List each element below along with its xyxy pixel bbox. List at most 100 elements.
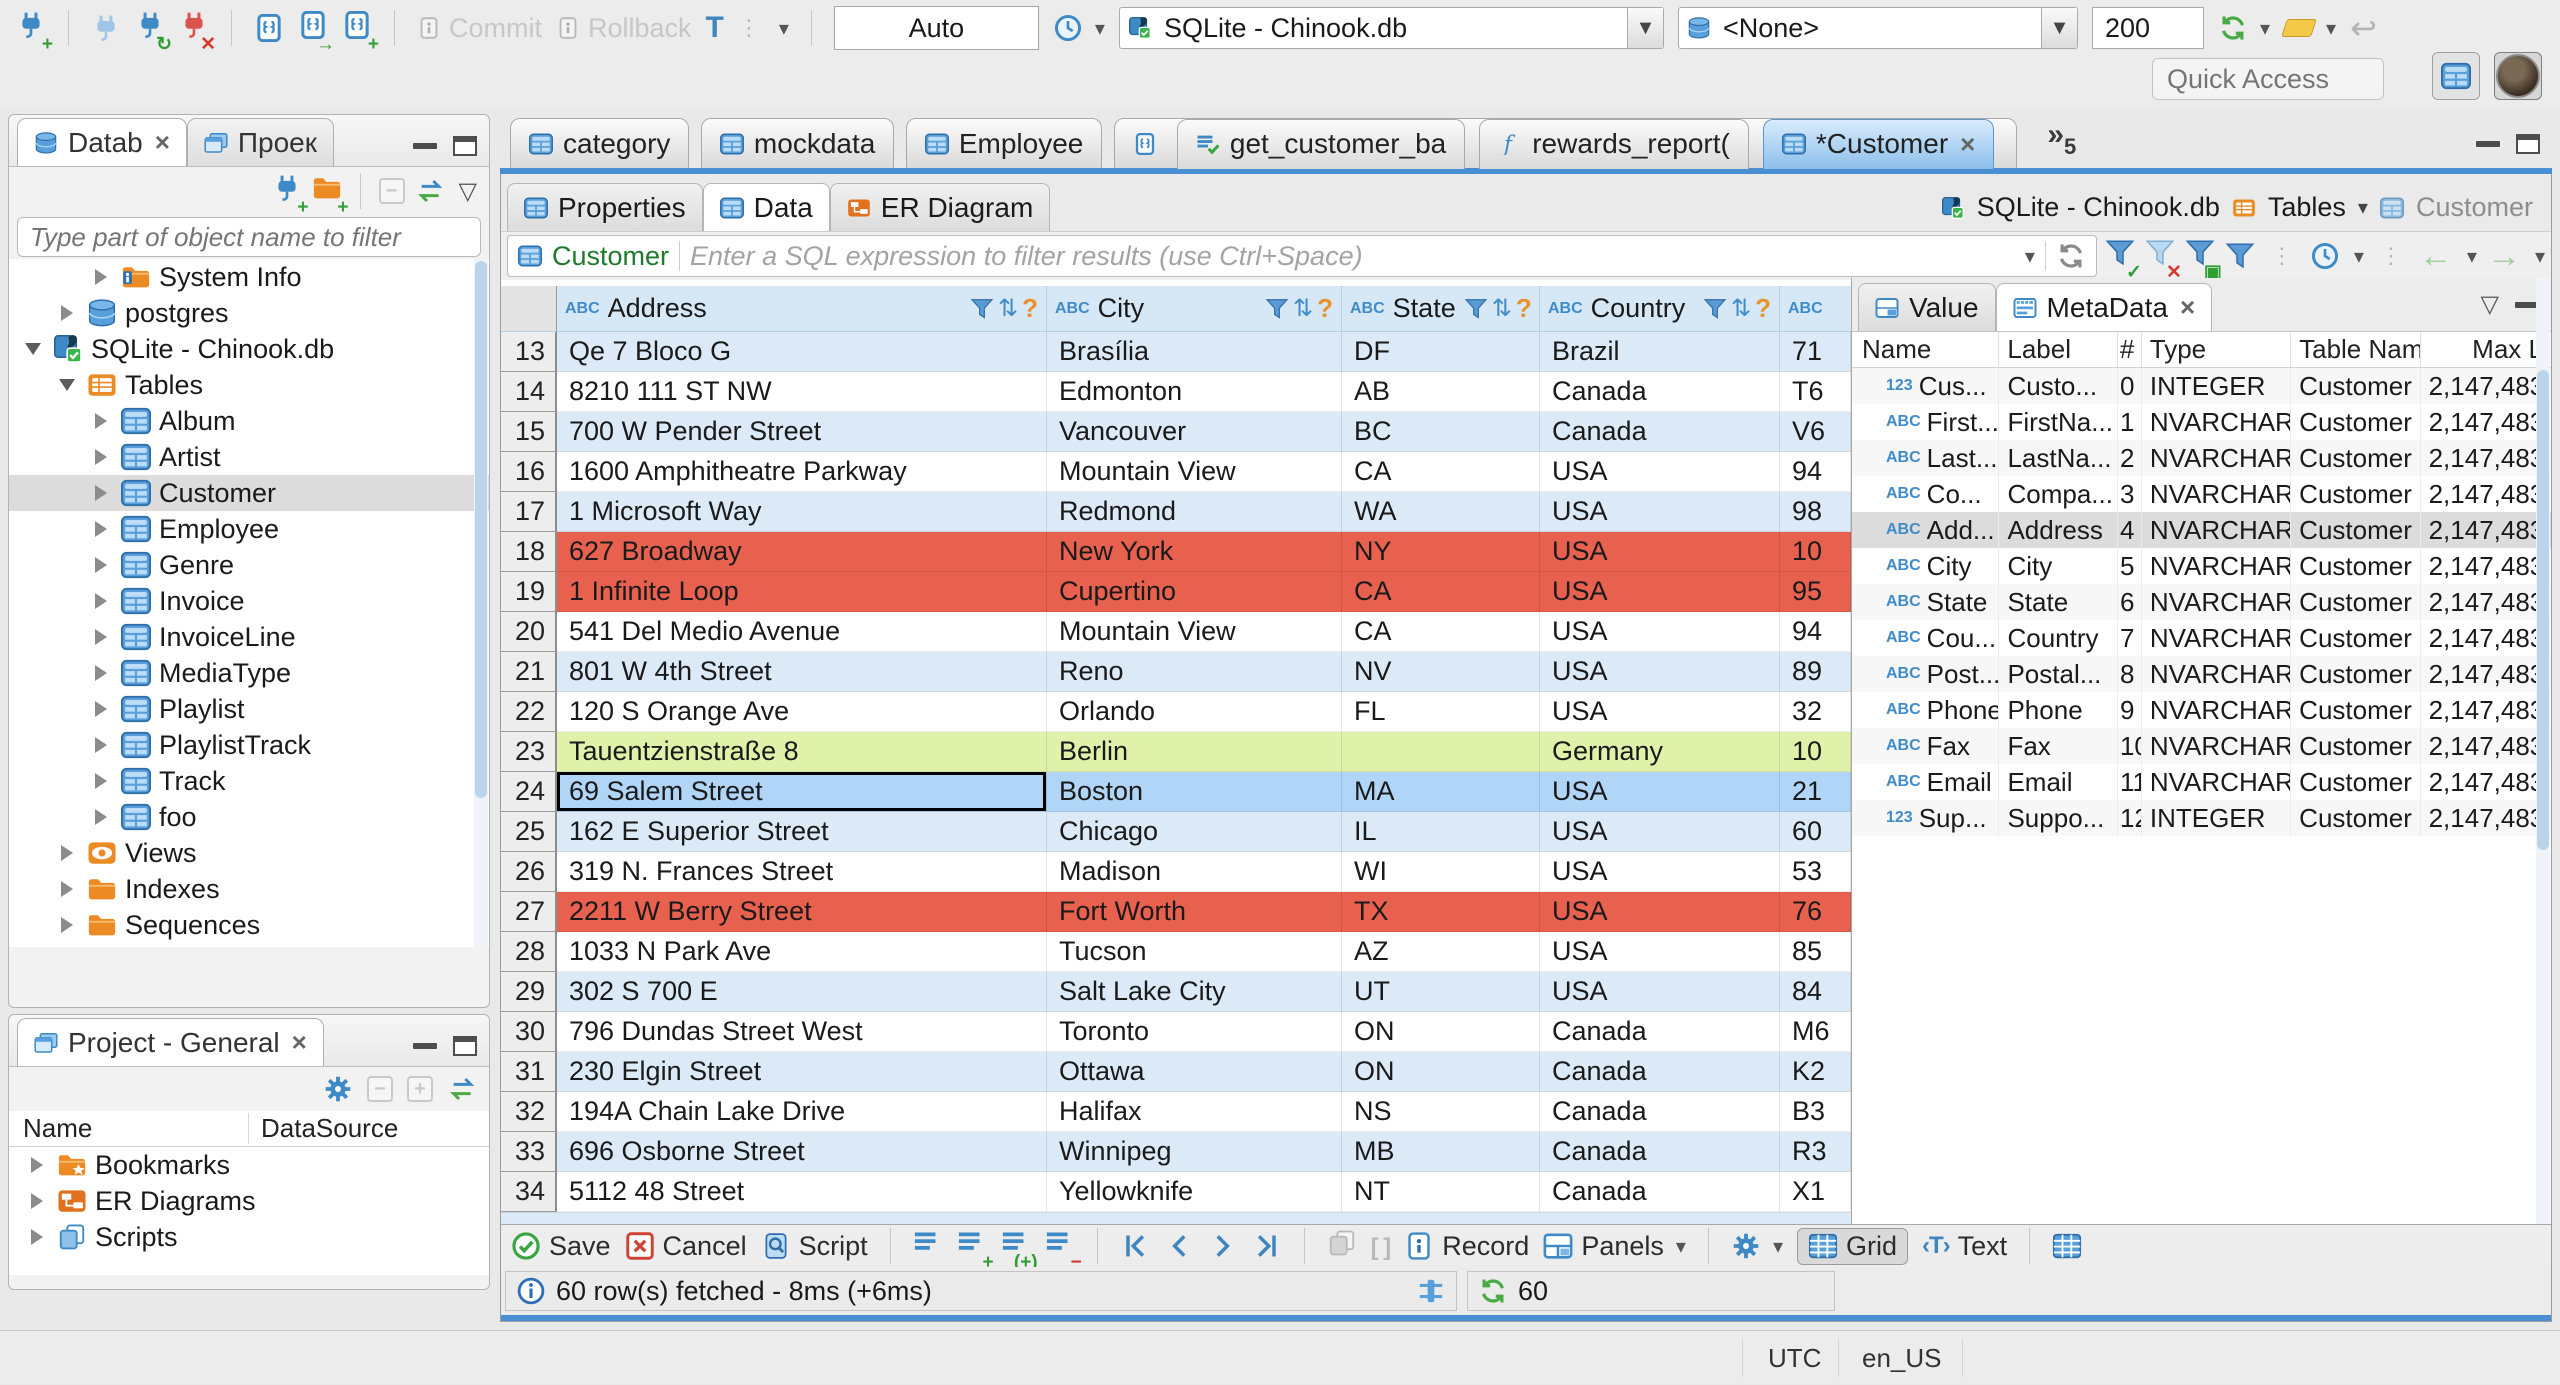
locale-indicator[interactable]: en_US: [1862, 1331, 1942, 1385]
table-row[interactable]: 17 1 Microsoft Way Redmond WA USA 98: [501, 492, 1851, 532]
breadcrumb-table[interactable]: Customer: [2416, 192, 2533, 223]
editor-tab[interactable]: category: [510, 118, 690, 168]
save-button[interactable]: Save: [511, 1231, 611, 1262]
custom-filter-icon[interactable]: [2225, 242, 2255, 270]
editor-tab[interactable]: rewards_report(: [1479, 118, 1749, 169]
tree-expander-icon[interactable]: [89, 485, 113, 501]
tree-item[interactable]: Genre: [9, 547, 489, 583]
transaction-log-icon[interactable]: T ⋮ ▾: [706, 11, 789, 45]
tree-expander-icon[interactable]: [89, 557, 113, 573]
row-number[interactable]: 25: [501, 812, 557, 852]
table-row[interactable]: 20 541 Del Medio Avenue Mountain View CA…: [501, 612, 1851, 652]
link-with-editor-icon[interactable]: [415, 177, 445, 205]
auto-refresh-box[interactable]: 60: [1467, 1271, 1835, 1311]
clear-cache-icon[interactable]: ▾: [2281, 16, 2336, 41]
row-number[interactable]: 28: [501, 932, 557, 972]
column-header-address[interactable]: ABC Address ⇅?: [557, 286, 1047, 332]
filter-icon[interactable]: [970, 298, 994, 320]
close-icon[interactable]: ×: [1960, 129, 1975, 160]
cell-state[interactable]: DF: [1342, 332, 1540, 372]
row-number[interactable]: 33: [501, 1132, 557, 1172]
cell-postalcode[interactable]: 94: [1780, 612, 1851, 652]
gear-icon[interactable]: [323, 1075, 353, 1103]
tree-expander-icon[interactable]: [89, 413, 113, 429]
filter-icon[interactable]: [1464, 298, 1488, 320]
cell-address[interactable]: 69 Salem Street: [557, 772, 1047, 812]
tab-data[interactable]: Data: [702, 183, 830, 231]
cell-postalcode[interactable]: 32: [1780, 692, 1851, 732]
tree-expander-icon[interactable]: [21, 343, 45, 355]
table-row[interactable]: 28 1033 N Park Ave Tucson AZ USA 85: [501, 932, 1851, 972]
column-type[interactable]: Type: [2142, 332, 2292, 367]
tree-item[interactable]: Views: [9, 835, 489, 871]
schema-combo[interactable]: <None> ▼: [1677, 7, 2078, 49]
column-label[interactable]: Label: [1999, 332, 2118, 367]
metadata-scrollbar[interactable]: [2536, 278, 2550, 1224]
editor-tab[interactable]: get_customer_ba rewards_report( *Custome…: [1113, 118, 2018, 169]
row-number[interactable]: 20: [501, 612, 557, 652]
cell-postalcode[interactable]: V6: [1780, 412, 1851, 452]
table-row[interactable]: 31 230 Elgin Street Ottawa ON Canada K2: [501, 1052, 1851, 1092]
tab-er-diagram[interactable]: ER Diagram: [829, 183, 1051, 231]
table-row[interactable]: 16 1600 Amphitheatre Parkway Mountain Vi…: [501, 452, 1851, 492]
link-with-editor-icon[interactable]: [447, 1075, 477, 1103]
cell-address[interactable]: 8210 111 ST NW: [557, 372, 1047, 412]
tree-expander-icon[interactable]: [89, 449, 113, 465]
tree-item[interactable]: InvoiceLine: [9, 619, 489, 655]
cell-postalcode[interactable]: 85: [1780, 932, 1851, 972]
sort-icon[interactable]: ⇅: [1293, 294, 1313, 323]
cell-city[interactable]: Cupertino: [1047, 572, 1342, 612]
cell-state[interactable]: AZ: [1342, 932, 1540, 972]
quick-access-input[interactable]: [2153, 59, 2383, 99]
metadata-row[interactable]: ABC Phone Phone 9 NVARCHAR Customer 2,147…: [1852, 692, 2551, 728]
editor-tab[interactable]: *Customer ×: [1762, 118, 1995, 169]
cell-city[interactable]: Brasília: [1047, 332, 1342, 372]
timezone-indicator[interactable]: UTC: [1768, 1331, 1821, 1385]
connection-dropdown-button[interactable]: ▼: [1626, 8, 1663, 48]
connect-icon[interactable]: [91, 14, 121, 42]
table-row[interactable]: 29 302 S 700 E Salt Lake City UT USA 84: [501, 972, 1851, 1012]
edit-cell-icon[interactable]: [913, 1229, 943, 1264]
metadata-row[interactable]: ABC Cou... Country 7 NVARCHAR Customer 2,…: [1852, 620, 2551, 656]
cell-country[interactable]: Germany: [1540, 732, 1780, 772]
cell-postalcode[interactable]: 71: [1780, 332, 1851, 372]
column-name[interactable]: Name: [1852, 332, 2000, 367]
table-row[interactable]: 22 120 S Orange Ave Orlando FL USA 32: [501, 692, 1851, 732]
cell-state[interactable]: MA: [1342, 772, 1540, 812]
cell-country[interactable]: Canada: [1540, 1092, 1780, 1132]
sort-icon[interactable]: ⇅: [1731, 294, 1751, 323]
refresh-icon[interactable]: [1478, 1277, 1508, 1305]
tree-expander-icon[interactable]: [89, 521, 113, 537]
row-number[interactable]: 26: [501, 852, 557, 892]
expand-all-icon[interactable]: +: [407, 1076, 433, 1102]
cell-state[interactable]: AB: [1342, 372, 1540, 412]
filter-placeholder[interactable]: Enter a SQL expression to filter results…: [690, 241, 1363, 272]
metadata-row[interactable]: ABC Last... LastNa... 2 NVARCHAR Customer…: [1852, 440, 2551, 476]
tree-item[interactable]: Playlist: [9, 691, 489, 727]
column-max-length[interactable]: Max L: [2421, 332, 2551, 367]
record-button[interactable]: Record: [1404, 1231, 1529, 1262]
tree-expander-icon[interactable]: [89, 593, 113, 609]
cell-state[interactable]: NY: [1342, 532, 1540, 572]
cell-address[interactable]: 230 Elgin Street: [557, 1052, 1047, 1092]
duplicate-row-icon[interactable]: (+): [1001, 1229, 1038, 1272]
cell-country[interactable]: USA: [1540, 652, 1780, 692]
cell-postalcode[interactable]: B3: [1780, 1092, 1851, 1132]
row-number[interactable]: 34: [501, 1172, 557, 1212]
tree-expander-icon[interactable]: [55, 845, 79, 861]
tree-item[interactable]: PlaylistTrack: [9, 727, 489, 763]
column-header-state[interactable]: ABC State ⇅?: [1342, 286, 1540, 332]
grid-settings-icon[interactable]: ▾: [1731, 1232, 1783, 1260]
open-sql-script-icon[interactable]: →: [298, 11, 335, 54]
column-header-postalcode[interactable]: ABC: [1780, 286, 1851, 332]
row-number[interactable]: 14: [501, 372, 557, 412]
tree-expander-icon[interactable]: [89, 701, 113, 717]
row-number[interactable]: 21: [501, 652, 557, 692]
column-header-country[interactable]: ABC Country ⇅?: [1540, 286, 1780, 332]
maximize-icon[interactable]: [453, 1036, 477, 1056]
breadcrumb-connection[interactable]: SQLite - Chinook.db: [1977, 192, 2220, 223]
cell-city[interactable]: Edmonton: [1047, 372, 1342, 412]
cell-postalcode[interactable]: 60: [1780, 812, 1851, 852]
row-number[interactable]: 27: [501, 892, 557, 932]
tree-item[interactable]: Indexes: [9, 871, 489, 907]
